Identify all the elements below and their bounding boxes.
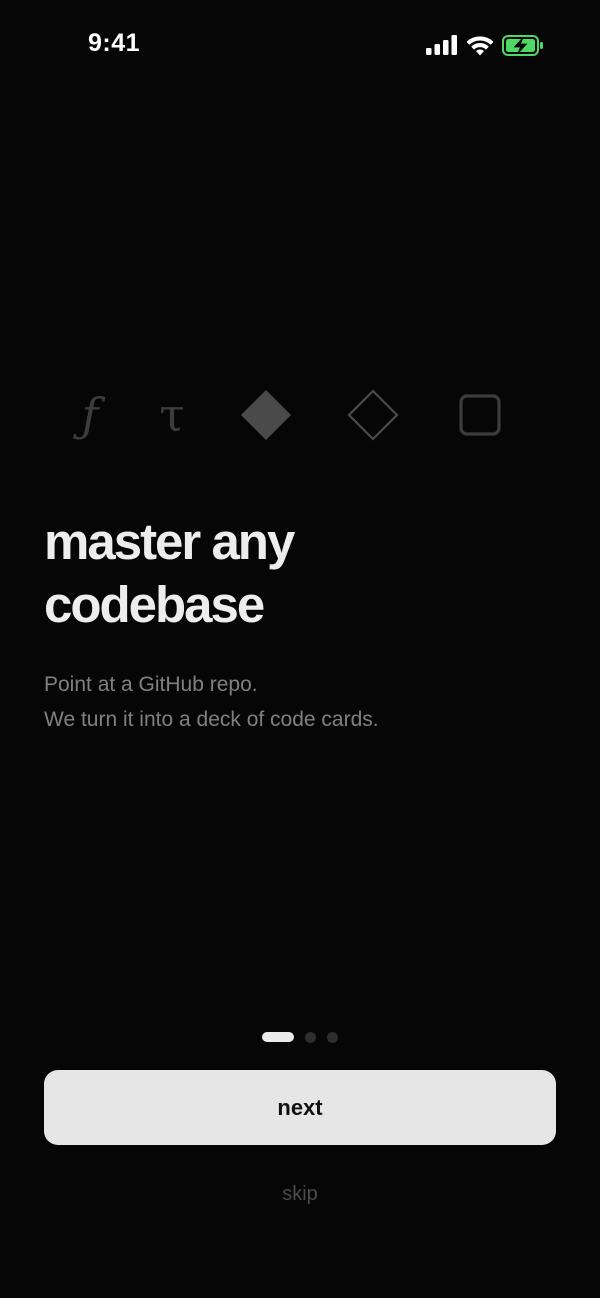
page-dot-3[interactable] <box>327 1031 338 1043</box>
skip-link[interactable]: skip <box>0 1183 600 1206</box>
next-button[interactable]: next <box>44 1070 556 1145</box>
decorative-symbol-row: ƒ τ <box>0 380 600 450</box>
outline-diamond-icon <box>345 380 401 450</box>
cellular-signal-icon <box>426 35 458 55</box>
tau-icon: τ <box>150 380 194 450</box>
battery-charging-icon <box>502 34 544 56</box>
page-indicator <box>262 1031 338 1043</box>
wifi-icon <box>466 35 494 56</box>
subtitle-line-1: Point at a GitHub repo. <box>44 673 258 696</box>
page-dot-1-active[interactable] <box>262 1032 294 1042</box>
tau-glyph: τ <box>159 388 185 442</box>
headline: master any codebase <box>44 510 564 636</box>
function-glyph: ƒ <box>81 388 99 442</box>
subtitle: Point at a GitHub repo. We turn it into … <box>44 667 564 737</box>
function-icon: ƒ <box>70 380 110 450</box>
status-icons <box>426 33 544 57</box>
status-time: 9:41 <box>88 29 141 57</box>
headline-line-1: master any <box>44 513 295 570</box>
rounded-square-icon <box>457 380 503 450</box>
status-bar: 9:41 <box>0 0 600 90</box>
filled-diamond-icon <box>238 380 294 450</box>
headline-line-2: codebase <box>44 576 265 633</box>
page-dot-2[interactable] <box>305 1031 316 1043</box>
subtitle-line-2: We turn it into a deck of code cards. <box>44 708 379 731</box>
